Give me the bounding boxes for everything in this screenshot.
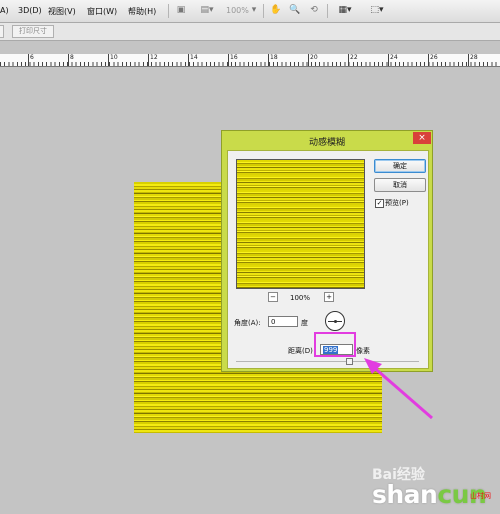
zoom-in-button[interactable]: + (324, 292, 334, 302)
ruler-tick (348, 54, 349, 66)
preview-checkbox[interactable]: ✓ (375, 199, 384, 208)
ruler-label: 22 (350, 54, 358, 61)
ruler-tick (388, 54, 389, 66)
ruler-tick (228, 54, 229, 66)
screen-mode-icon[interactable]: ⬚▾ (366, 4, 388, 17)
distance-unit: 像素 (356, 347, 370, 355)
menu-item-help[interactable]: 帮助(H) (128, 6, 156, 17)
rotate-view-icon[interactable]: ⟲ (308, 4, 320, 17)
ruler-tick (188, 54, 189, 66)
ruler-label: 14 (190, 54, 198, 61)
zoom-out-button[interactable]: − (268, 292, 278, 302)
ruler-tick (428, 54, 429, 66)
menu-item-3d[interactable]: 3D(D) (18, 6, 42, 15)
ruler-label: 12 (150, 54, 158, 61)
toolbar-divider (168, 4, 169, 18)
angle-label: 角度(A): (234, 319, 261, 327)
highlight-box (314, 332, 356, 357)
filter-preview[interactable] (236, 159, 365, 289)
options-bar: 打印尺寸 (0, 23, 500, 41)
ruler-tick (148, 54, 149, 66)
shancun-logo-part: shan (372, 480, 438, 509)
ruler-label: 26 (430, 54, 438, 61)
ruler-label: 10 (110, 54, 118, 61)
preview-checkbox-label[interactable]: 预览(P) (385, 198, 409, 208)
pointer-arrow (364, 358, 433, 420)
print-size-button[interactable]: 打印尺寸 (12, 25, 54, 38)
cancel-button[interactable]: 取消 (374, 178, 426, 192)
ruler-label: 24 (390, 54, 398, 61)
dropdown-arrow-icon[interactable]: ▾ (250, 4, 258, 17)
ruler-tick (28, 54, 29, 66)
ruler-label: 16 (230, 54, 238, 61)
preview-zoom-value: 100% (290, 294, 311, 302)
close-button[interactable]: × (413, 132, 431, 144)
angle-dial[interactable] (325, 311, 345, 331)
zoom-level-readout[interactable]: 100% (226, 6, 249, 15)
option-button-partial[interactable] (0, 25, 4, 38)
ruler-label: 20 (310, 54, 318, 61)
angle-input[interactable]: 0 (268, 316, 298, 327)
ruler-label: 6 (30, 54, 34, 61)
ruler-tick (468, 54, 469, 66)
horizontal-ruler[interactable]: 6 8 10 12 14 16 18 20 22 24 26 28 (0, 54, 500, 67)
bridge-icon[interactable]: ▣ (175, 4, 187, 17)
ruler-tick (108, 54, 109, 66)
menu-bar: A) 3D(D) 视图(V) 窗口(W) 帮助(H) ▣ ▤▾ 100% ▾ ✋… (0, 0, 500, 23)
menu-item-window[interactable]: 窗口(W) (87, 6, 117, 17)
ruler-label: 18 (270, 54, 278, 61)
menu-item-3d-partial[interactable]: A) (0, 6, 9, 15)
distance-slider-thumb[interactable] (346, 358, 353, 365)
ruler-label: 28 (470, 54, 478, 61)
menu-item-view[interactable]: 视图(V) (48, 6, 76, 17)
distance-label: 距离(D) (288, 347, 313, 355)
zoom-tool-icon[interactable]: 🔍 (289, 4, 301, 17)
ruler-tick (68, 54, 69, 66)
toolbar-divider (263, 4, 264, 18)
view-extras-icon[interactable]: ▤▾ (197, 4, 217, 17)
toolbar-divider (327, 4, 328, 18)
angle-unit: 度 (301, 319, 308, 327)
ruler-label: 8 (70, 54, 74, 61)
ruler-tick (268, 54, 269, 66)
angle-dial-center (334, 320, 337, 323)
shancun-net-label: 山村网 (470, 492, 491, 500)
ruler-tick (308, 54, 309, 66)
arrange-documents-icon[interactable]: ▦▾ (335, 4, 355, 17)
ok-button[interactable]: 确定 (374, 159, 426, 173)
hand-tool-icon[interactable]: ✋ (270, 4, 282, 17)
dialog-title: 动感模糊 (308, 138, 345, 148)
